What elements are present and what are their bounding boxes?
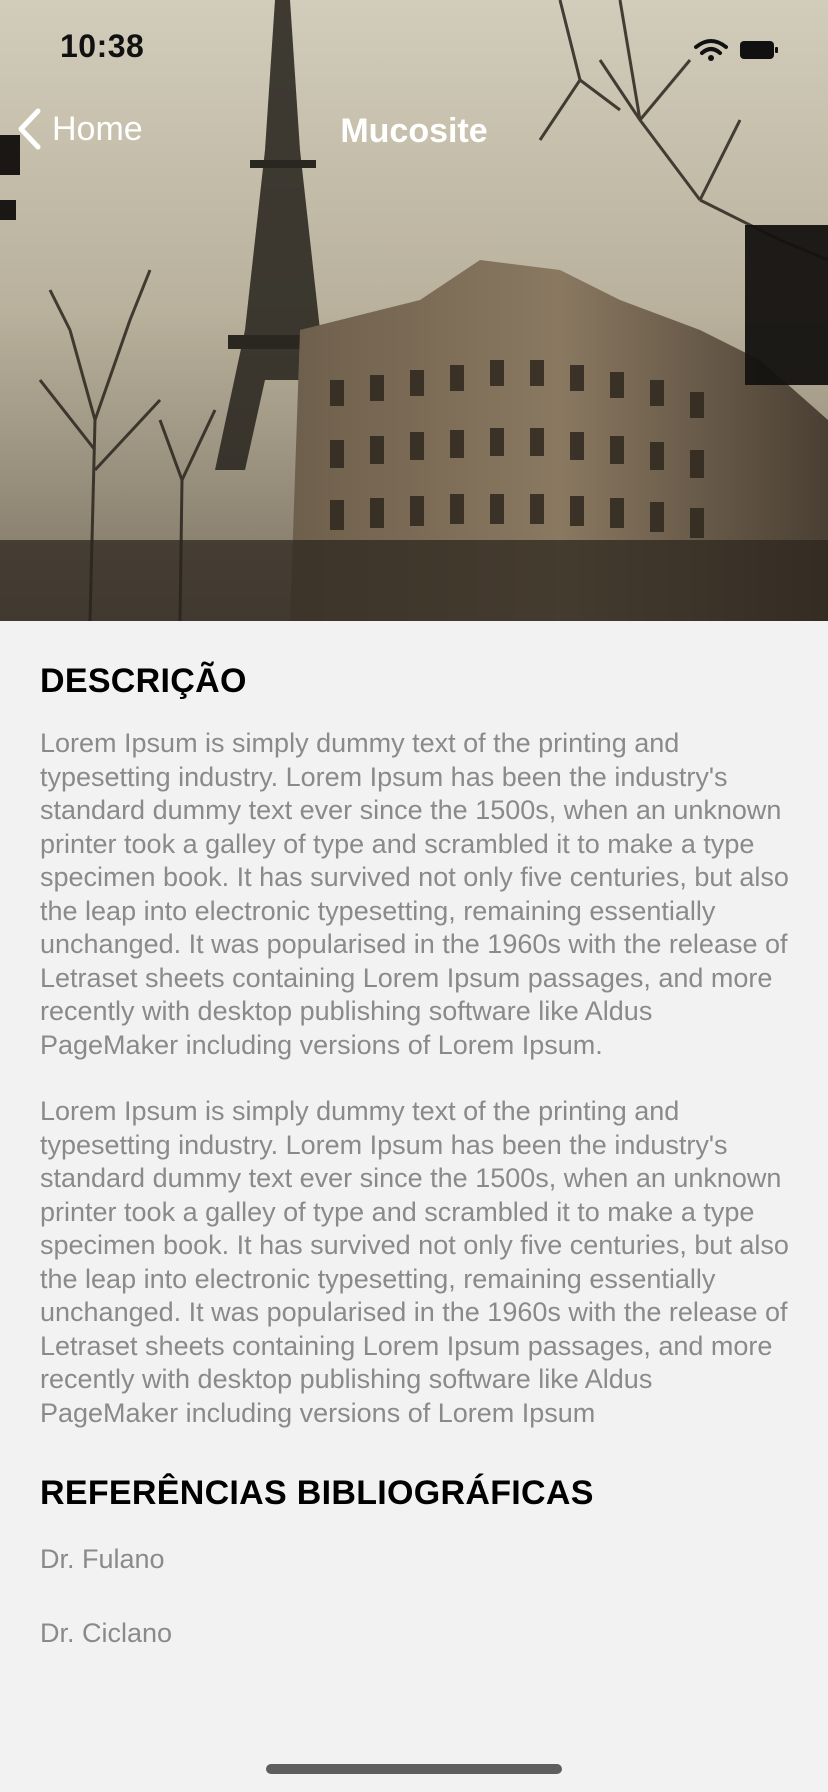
eiffel-tower-street-photo: [0, 0, 828, 621]
content: DESCRIÇÃO Lorem Ipsum is simply dummy te…: [40, 662, 792, 1691]
description-title: DESCRIÇÃO: [40, 662, 247, 700]
wifi-icon: [694, 39, 728, 61]
reference-item: Dr. Fulano: [40, 1544, 165, 1574]
description-paragraph: Lorem Ipsum is simply dummy text of the …: [40, 728, 789, 1060]
home-indicator: [266, 1764, 562, 1774]
back-button-label: Home: [52, 109, 143, 148]
chevron-left-icon: [18, 108, 41, 150]
back-button[interactable]: Home: [16, 108, 143, 150]
battery-icon: [740, 41, 778, 59]
status-icons: [694, 38, 780, 62]
reference-item: Dr. Ciclano: [40, 1618, 173, 1648]
description-paragraph: Lorem Ipsum is simply dummy text of the …: [40, 1096, 789, 1428]
status-time: 10:38: [60, 28, 145, 64]
header-photo: 10:38 Home Mucosite: [0, 0, 828, 621]
references-title: REFERÊNCIAS BIBLIOGRÁFICAS: [40, 1474, 594, 1512]
